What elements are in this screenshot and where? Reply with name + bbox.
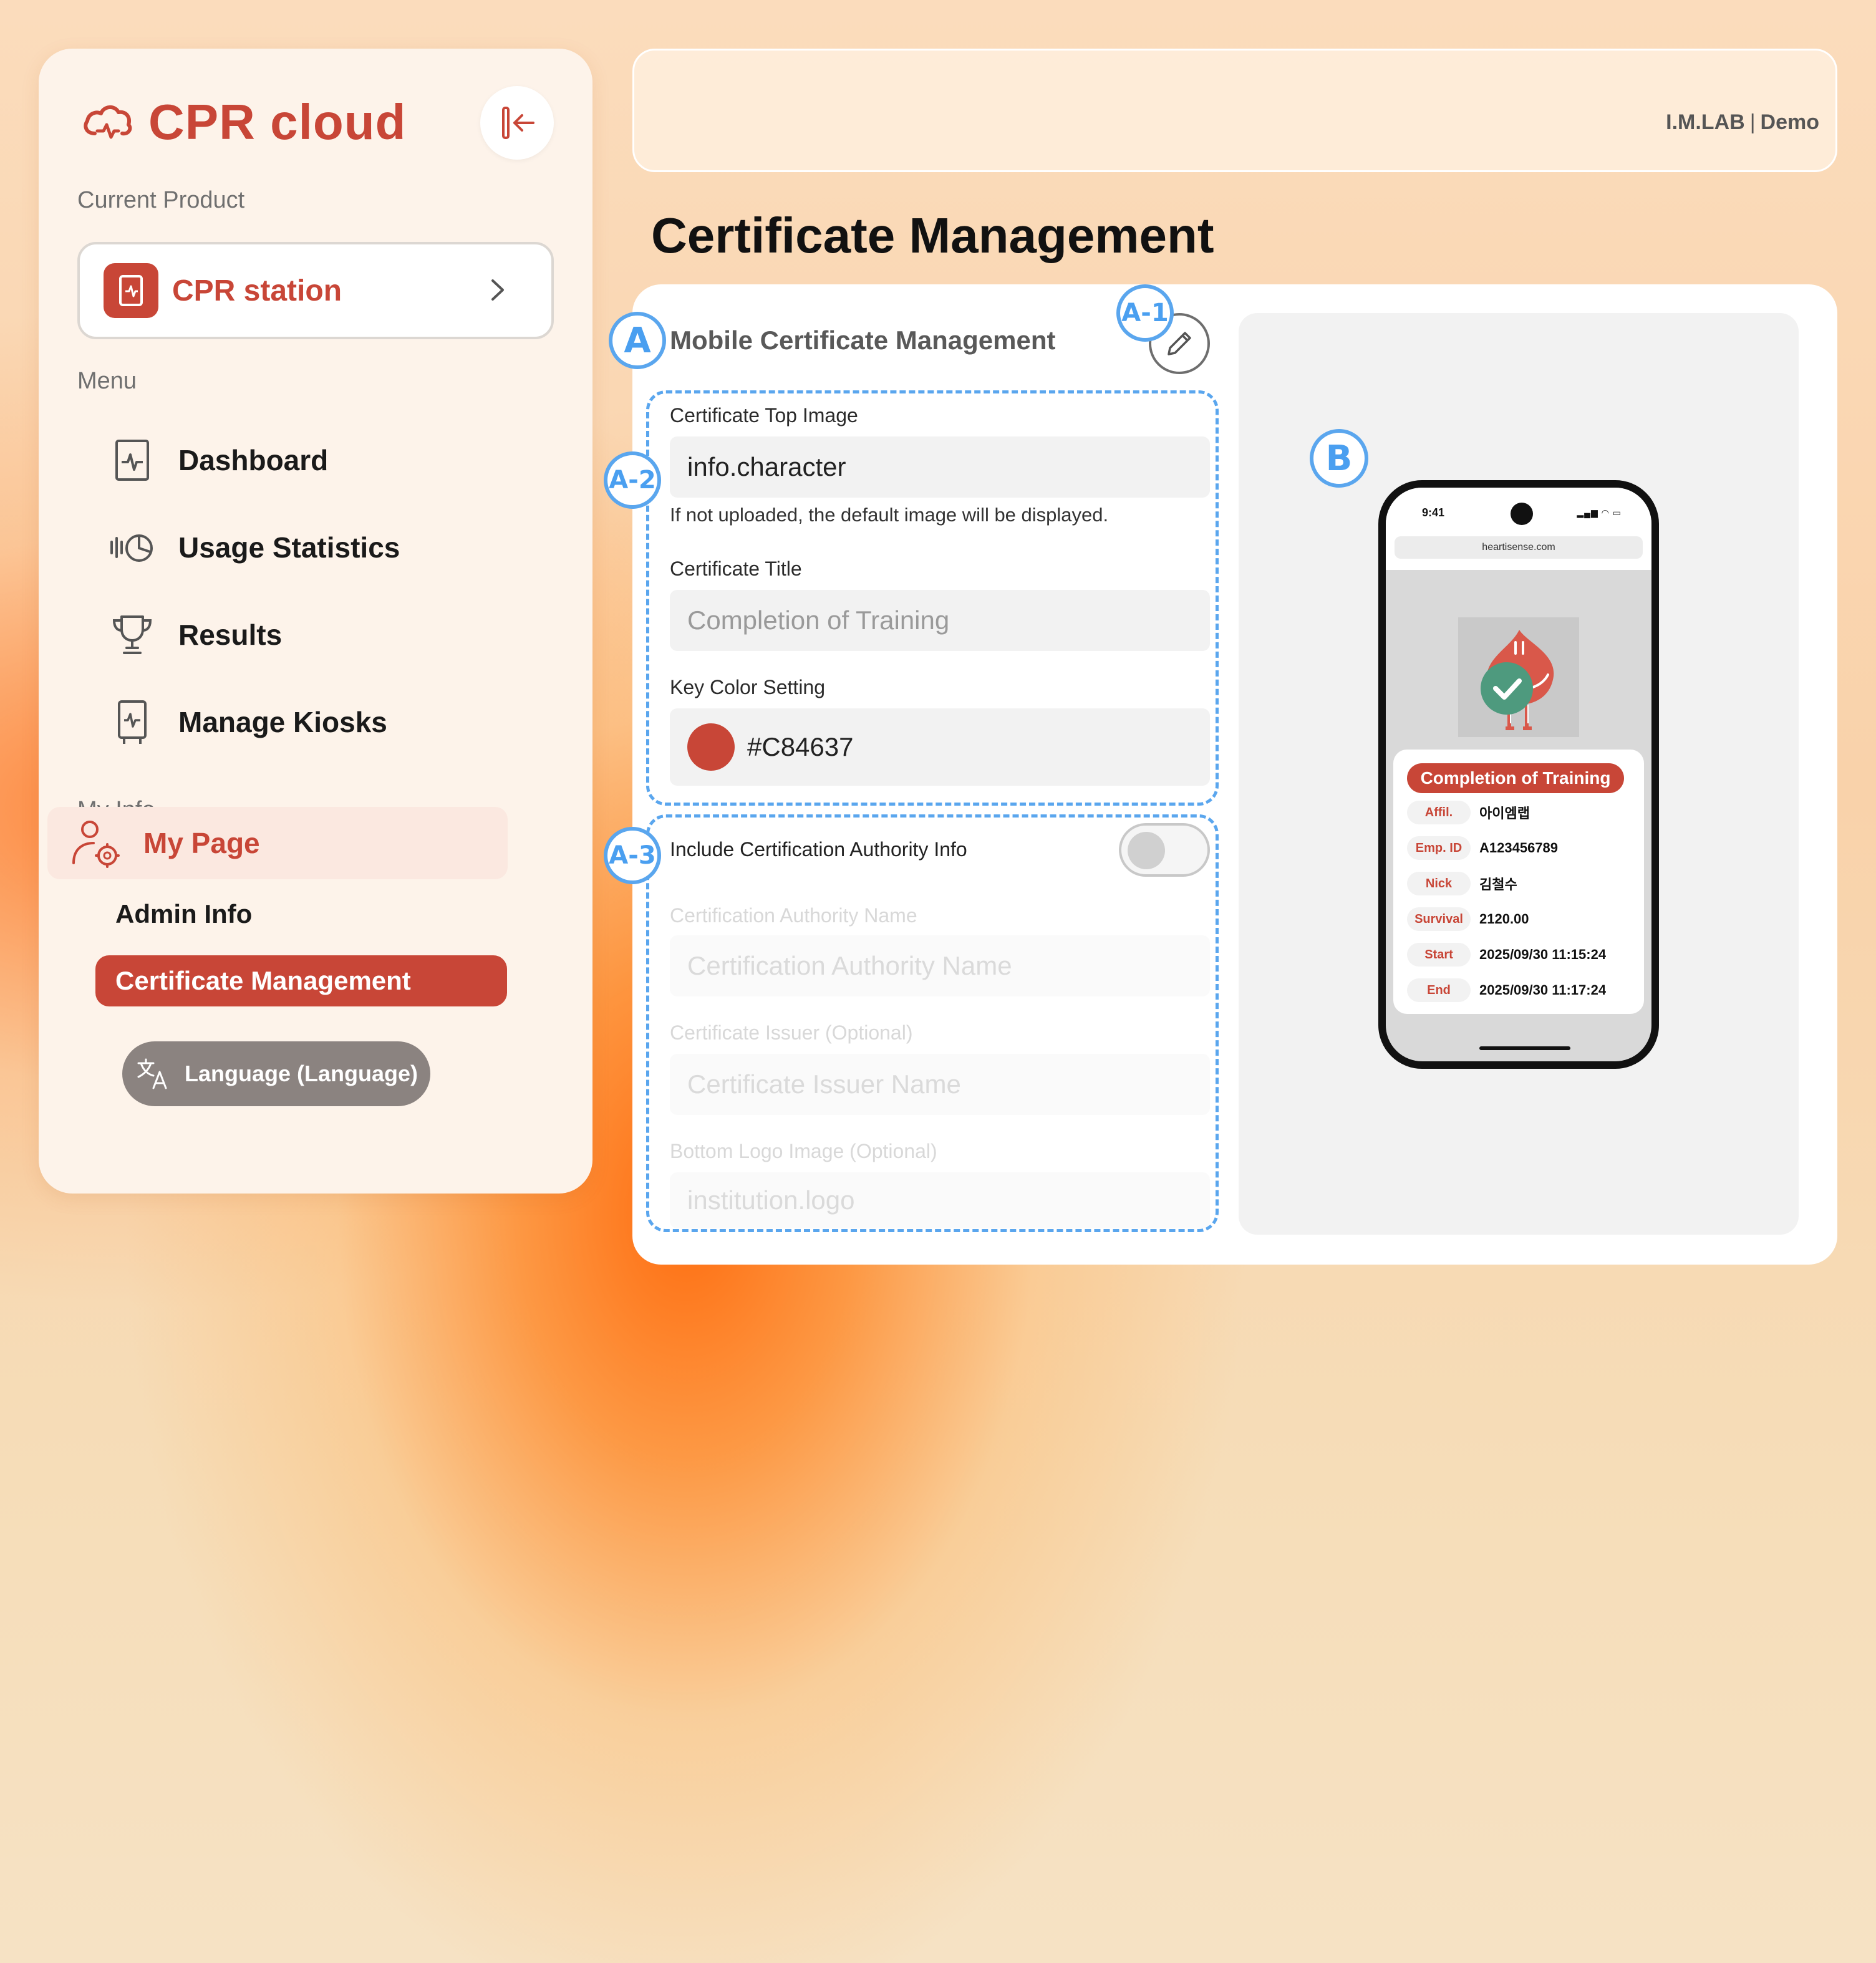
user-settings-icon [72,821,120,868]
include-authority-toggle[interactable] [1119,823,1210,877]
info-row: Nick 김철수 [1407,871,1517,897]
menu-item-results[interactable]: Results [107,604,282,666]
info-row: Affil. 아이엠랩 [1407,799,1530,826]
product-icon [104,263,158,318]
info-row: Survival 2120.00 [1407,906,1529,932]
home-indicator [1479,1046,1570,1050]
phone-url: heartisense.com [1395,536,1643,559]
phone-address-bar: heartisense.com [1386,533,1651,570]
brand: CPR cloud [80,94,406,151]
issuer-input[interactable]: Certificate Issuer Name [670,1054,1210,1115]
page-title: Certificate Management [651,208,1214,263]
mascot-check-icon [1481,630,1554,730]
certificate-card: Completion of Training Affil. 아이엠랩 Emp. … [1393,750,1644,1014]
logo-field[interactable]: institution.logo [670,1172,1210,1228]
chevron-right-icon [491,279,504,301]
top-image-hint: If not uploaded, the default image will … [670,504,1109,526]
cert-title-input[interactable]: Completion of Training [670,590,1210,651]
collapse-icon [502,107,534,139]
annotation-marker-a2: A-2 [604,451,661,509]
menu-item-manage-kiosks[interactable]: Manage Kiosks [107,691,387,753]
top-image-label: Certificate Top Image [670,404,858,427]
menu-item-my-page[interactable]: My Page [47,807,508,879]
menu-item-label: Dashboard [178,444,329,476]
info-row: End 2025/09/30 11:17:24 [1407,977,1606,1003]
annotation-marker-a1: A-1 [1116,284,1174,342]
pencil-icon [1168,332,1191,355]
user-name[interactable]: Demo [1761,110,1819,134]
trophy-icon [107,610,157,660]
kiosk-icon [119,275,143,306]
collapse-sidebar-button[interactable] [480,86,554,160]
language-button[interactable]: Language (Language) [122,1041,430,1106]
phone-time: 9:41 [1422,506,1445,519]
menu-item-usage-statistics[interactable]: Usage Statistics [107,516,400,579]
phone-status-bar: 9:41 ▂▄▆ ◠ ▭ [1386,488,1651,533]
info-value: 2025/09/30 11:17:24 [1479,982,1607,998]
organization-name: I.M.LAB [1666,110,1745,134]
issuer-label: Certificate Issuer (Optional) [670,1021,913,1044]
top-bar: I.M.LAB | Demo [632,49,1837,172]
product-selector[interactable]: CPR station [77,242,554,339]
separator: | [1749,110,1756,134]
info-key: Emp. ID [1407,836,1471,860]
info-value: 2120.00 [1479,911,1529,927]
form-title: Mobile Certificate Management [670,326,1056,355]
certificate-title-badge: Completion of Training [1407,763,1624,793]
phone-preview: 9:41 ▂▄▆ ◠ ▭ heartisense.com Completion … [1378,480,1659,1069]
annotation-marker-a3: A-3 [604,827,661,884]
menu-item-label: My Page [143,827,260,859]
authority-name-label: Certification Authority Name [670,904,917,927]
info-row: Start 2025/09/30 11:15:24 [1407,942,1606,968]
translate-icon [137,1058,167,1089]
info-row: Emp. ID A123456789 [1407,835,1558,861]
info-value: 2025/09/30 11:15:24 [1479,947,1607,962]
sidebar: CPR cloud Current Product CPR station Me… [39,49,592,1194]
certificate-top-image [1458,617,1579,737]
info-key: Nick [1407,872,1471,895]
submenu-certificate-management[interactable]: Certificate Management [95,955,507,1006]
logo-label: Bottom Logo Image (Optional) [670,1140,937,1162]
menu-item-label: Manage Kiosks [178,706,387,738]
info-key: Start [1407,943,1471,967]
toggle-knob [1128,832,1165,869]
info-value: 아이엠랩 [1479,806,1530,821]
info-key: Survival [1407,907,1471,931]
include-authority-label: Include Certification Authority Info [670,838,967,861]
info-key: End [1407,978,1471,1002]
current-product-label: Current Product [77,187,245,213]
signal-wifi-battery-icon: ▂▄▆ ◠ ▭ [1577,508,1622,518]
annotation-marker-b: B [1310,429,1368,488]
authority-name-input[interactable]: Certification Authority Name [670,935,1210,996]
account-info: I.M.LAB | Demo [1666,110,1819,135]
menu-item-label: Results [178,619,283,651]
submenu-admin-info[interactable]: Admin Info [115,899,252,929]
key-color-field[interactable]: #C84637 [670,708,1210,786]
key-color-label: Key Color Setting [670,676,826,698]
menu-label: Menu [77,368,137,394]
annotation-marker-a: A [609,312,666,369]
menu-item-dashboard[interactable]: Dashboard [107,429,328,491]
language-label: Language (Language) [184,1061,418,1086]
brand-title: CPR cloud [148,94,407,150]
camera-notch [1511,503,1533,525]
product-name: CPR station [172,274,342,307]
usage-statistics-icon [107,523,157,572]
kiosk-icon [107,697,157,747]
info-value: 김철수 [1479,877,1517,892]
menu-item-label: Usage Statistics [178,531,400,564]
top-image-field[interactable]: info.character [670,436,1210,498]
info-key: Affil. [1407,801,1471,824]
key-color-value: #C84637 [747,732,854,761]
info-value: A123456789 [1479,840,1559,856]
cert-title-label: Certificate Title [670,557,802,580]
dashboard-icon [107,435,157,485]
color-swatch[interactable] [687,723,735,771]
cloud-pulse-icon [84,105,132,139]
